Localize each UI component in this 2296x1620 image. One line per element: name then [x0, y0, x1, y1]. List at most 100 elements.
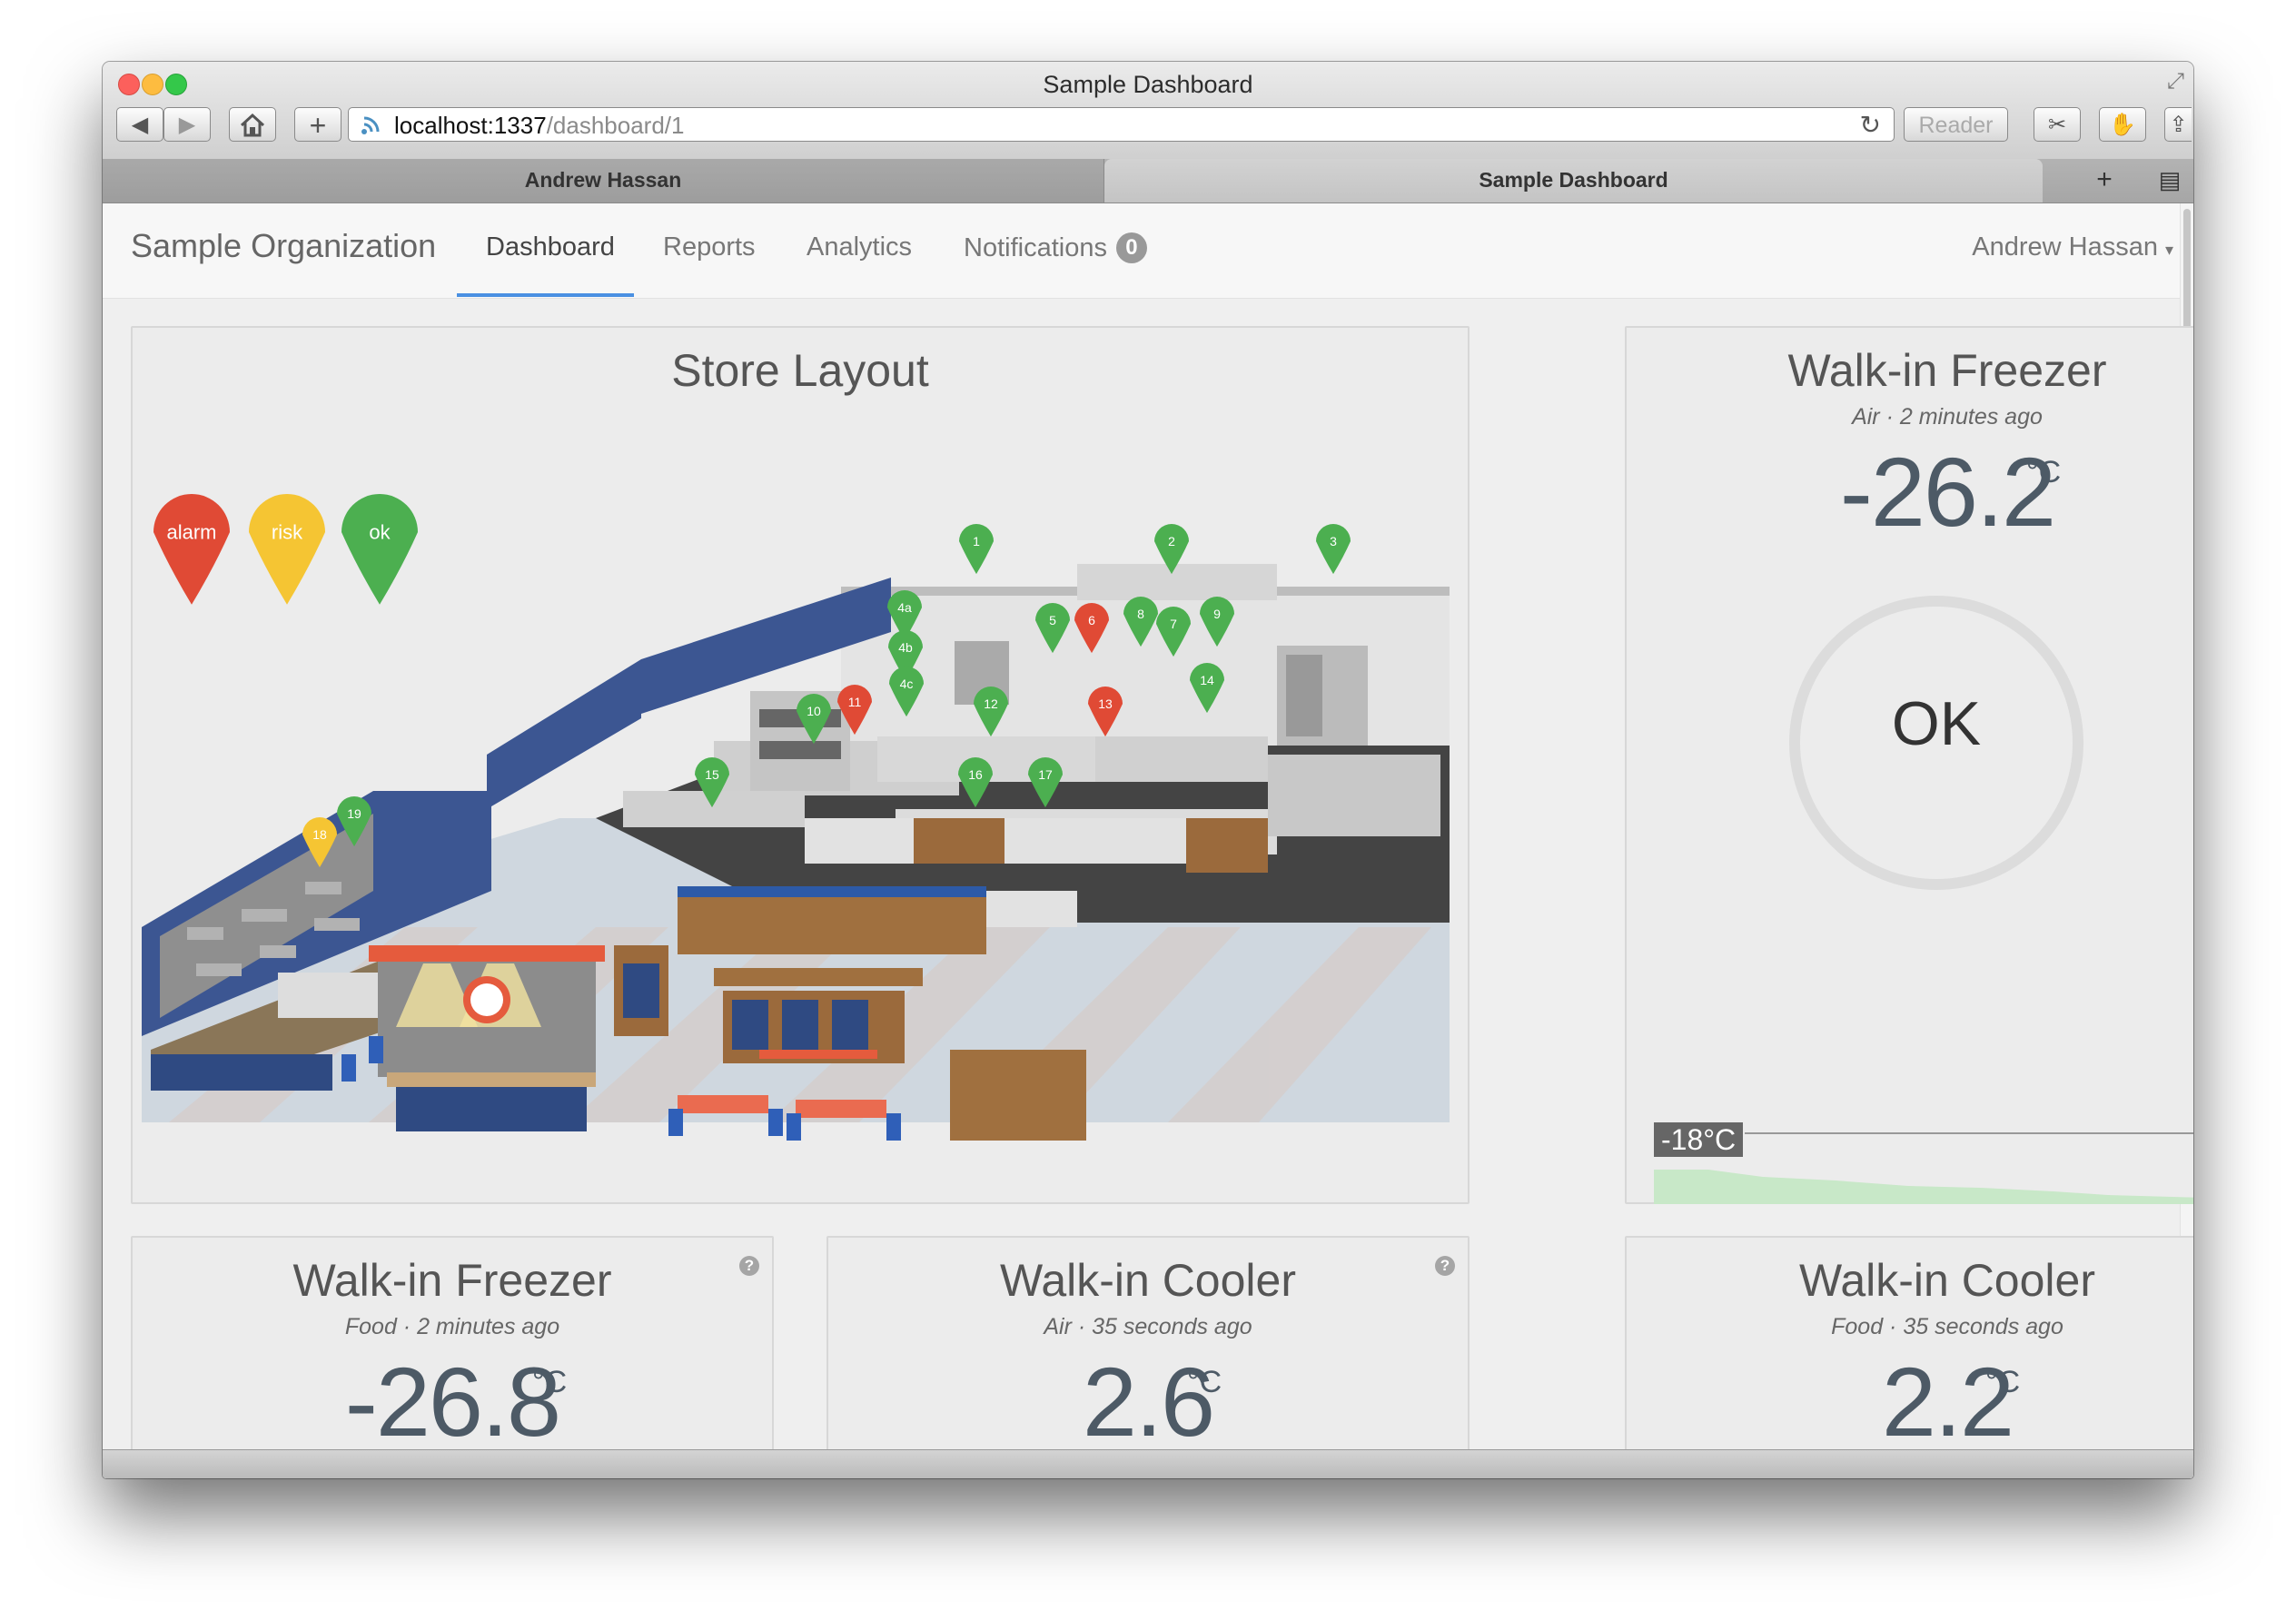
- temperature-unit: °C: [532, 1365, 568, 1399]
- window-bottom-bar: [103, 1449, 2193, 1478]
- scissors-icon: ✂: [2047, 113, 2067, 137]
- home-button[interactable]: [229, 107, 276, 142]
- add-tab-button[interactable]: +: [2081, 159, 2128, 202]
- status-gauge: OK: [1789, 596, 2083, 890]
- pin-label: 17: [1038, 767, 1053, 782]
- sensor-marker-1[interactable]: 1: [959, 524, 994, 575]
- temperature-number: 2.6: [1082, 1347, 1215, 1457]
- card-temperature: 2.6: [828, 1345, 1468, 1458]
- card-title: Walk-in Cooler: [1798, 1255, 2095, 1306]
- plus-icon: +: [2096, 164, 2113, 194]
- tab-andrew-hassan[interactable]: Andrew Hassan: [103, 159, 1104, 202]
- pin-label: risk: [272, 521, 303, 544]
- address-bar[interactable]: localhost:1337/dashboard/1 ↻: [348, 107, 1895, 142]
- tab-list-icon: ▤: [2158, 166, 2182, 193]
- nav-notifications[interactable]: Notifications 0: [964, 232, 1147, 263]
- freezer-air-panel: ? Walk-in Freezer Air · 2 minutes ago -2…: [1625, 326, 2193, 1204]
- pin-label: 11: [848, 695, 862, 709]
- legend-pin-risk[interactable]: risk: [249, 494, 325, 605]
- nav-reports[interactable]: Reports: [663, 232, 756, 262]
- title-bar: Sample Dashboard ⤢ ◀ ▶ + localhost:1337/…: [103, 62, 2193, 161]
- threshold-label: -18°C: [1654, 1122, 1744, 1157]
- pin-label: 6: [1088, 613, 1095, 627]
- status-text: OK: [1891, 689, 1982, 758]
- fullscreen-icon[interactable]: ⤢: [2167, 69, 2184, 94]
- nav-notifications-label: Notifications: [964, 233, 1107, 262]
- forward-arrow-icon: ▶: [178, 113, 196, 137]
- pin-label: 18: [312, 827, 327, 842]
- card-temperature: 2.2: [1627, 1345, 2193, 1458]
- new-tab-button[interactable]: +: [294, 107, 341, 142]
- url-path: /dashboard/1: [546, 112, 685, 139]
- user-name: Andrew Hassan: [1972, 232, 2158, 262]
- pin-label: 7: [1170, 617, 1177, 631]
- share-button[interactable]: ⇪: [2164, 107, 2192, 142]
- sensor-marker-3[interactable]: 3: [1316, 524, 1351, 575]
- pin-label: alarm: [166, 521, 216, 544]
- panel-title: Walk-in Freezer: [1787, 345, 2107, 396]
- pin-label: 5: [1049, 613, 1056, 627]
- pin-label: 4b: [898, 640, 913, 655]
- brand-name[interactable]: Sample Organization: [131, 227, 436, 265]
- back-arrow-icon: ◀: [131, 113, 149, 137]
- url-host: localhost:1337: [394, 112, 547, 139]
- home-icon: [240, 113, 265, 137]
- reload-icon[interactable]: ↻: [1860, 110, 1881, 140]
- notification-badge: 0: [1115, 232, 1147, 263]
- store-layout-panel: Store Layout 1 2 3 4a 4b 4c 5 6 7 8 9 10…: [131, 326, 1470, 1204]
- card-temperature: -26.8: [133, 1345, 772, 1458]
- legend-pin-alarm[interactable]: alarm: [153, 494, 230, 605]
- nav-analytics[interactable]: Analytics: [807, 232, 912, 262]
- threshold-line: [1745, 1132, 2193, 1134]
- panel-subtitle: Air · 2 minutes ago: [1852, 404, 2043, 430]
- card-cooler-food: ? Walk-in Cooler Food · 35 seconds ago 2…: [1625, 1236, 2193, 1478]
- card-subtitle: Air · 35 seconds ago: [1044, 1314, 1252, 1339]
- temperature-unit: °C: [1985, 1365, 2021, 1399]
- status-legend: alarm risk ok: [153, 494, 418, 605]
- extension-button[interactable]: ✂: [2034, 107, 2081, 142]
- forward-button[interactable]: ▶: [163, 107, 211, 142]
- card-freezer-food: ? Walk-in Freezer Food · 2 minutes ago -…: [131, 1236, 774, 1478]
- pin-label: 14: [1200, 673, 1214, 687]
- tab-bar: Andrew Hassan Sample Dashboard + ▤: [103, 159, 2193, 203]
- pin-label: 12: [984, 696, 998, 711]
- browser-window: Sample Dashboard ⤢ ◀ ▶ + localhost:1337/…: [103, 62, 2193, 1478]
- temperature-number: 2.2: [1881, 1347, 2014, 1457]
- temperature-unit: °C: [2026, 455, 2062, 489]
- back-button[interactable]: ◀: [116, 107, 163, 142]
- pin-label: 2: [1168, 534, 1175, 548]
- temperature-value: -26.2: [1627, 435, 2193, 548]
- caret-down-icon: ▾: [2164, 241, 2173, 259]
- card-subtitle: Food · 35 seconds ago: [1831, 1314, 2063, 1339]
- pin-label: 13: [1098, 696, 1113, 711]
- temperature-number: -26.2: [1839, 437, 2056, 547]
- card-cooler-air: ? Walk-in Cooler Air · 35 seconds ago 2.…: [826, 1236, 1470, 1478]
- url-text: localhost:1337/dashboard/1: [394, 112, 684, 140]
- app-navbar: Sample Organization Dashboard Reports An…: [103, 203, 2181, 299]
- network-icon: [361, 116, 380, 134]
- nav-dashboard[interactable]: Dashboard: [486, 232, 615, 262]
- pin-label: 3: [1330, 534, 1337, 548]
- pin-label: 4a: [897, 600, 912, 615]
- pin-label: 8: [1137, 607, 1144, 621]
- block-button[interactable]: ✋: [2099, 107, 2146, 142]
- pin-label: 4c: [900, 677, 914, 691]
- card-title: Walk-in Cooler: [999, 1255, 1296, 1306]
- user-menu[interactable]: Andrew Hassan ▾: [1972, 232, 2173, 262]
- legend-pin-ok[interactable]: ok: [341, 494, 418, 605]
- pin-label: 10: [807, 704, 821, 718]
- tab-sample-dashboard[interactable]: Sample Dashboard: [1104, 159, 2043, 202]
- temperature-number: -26.8: [344, 1347, 561, 1457]
- pin-label: 1: [973, 534, 980, 548]
- pin-label: 19: [347, 806, 361, 821]
- scrollbar-thumb[interactable]: [2183, 209, 2191, 336]
- window-title: Sample Dashboard: [1043, 71, 1253, 98]
- page-viewport: Sample Organization Dashboard Reports An…: [103, 203, 2193, 1478]
- pin-label: 15: [705, 767, 719, 782]
- reader-button[interactable]: Reader: [1904, 107, 2008, 142]
- store-layout-map: 1 2 34a4b4c5 6 78 91011 12 131415 16 171819 alarm…: [142, 494, 1450, 1141]
- temperature-sparkline: [1654, 1170, 2193, 1204]
- pin-label: 9: [1213, 607, 1221, 621]
- active-tab-indicator: [457, 293, 634, 297]
- tab-overview-button[interactable]: ▤: [2146, 159, 2193, 202]
